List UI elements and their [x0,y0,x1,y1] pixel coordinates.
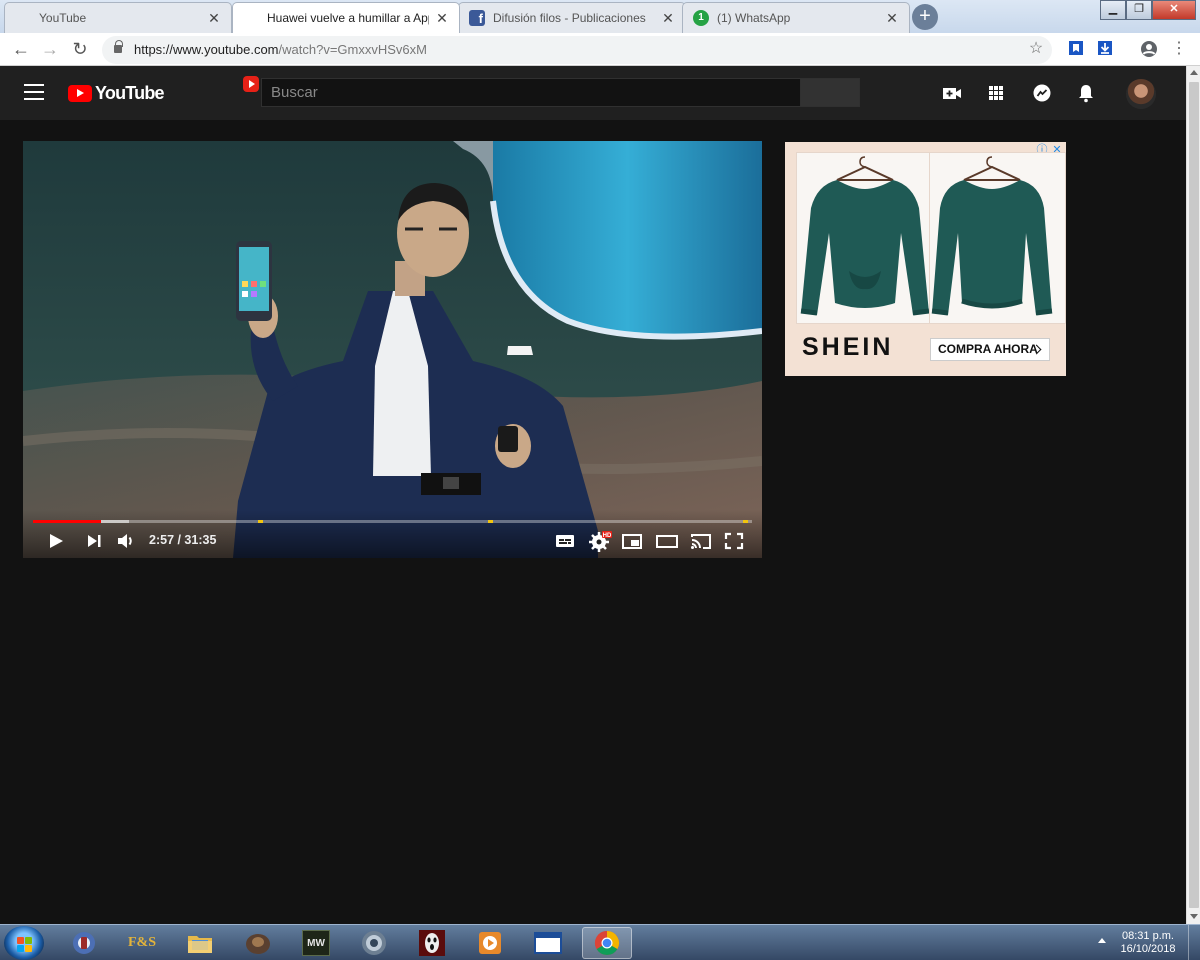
avatar[interactable] [1126,79,1156,109]
upload-video-icon[interactable] [940,81,964,105]
chapter-marker [488,520,494,523]
ad-product-image[interactable] [929,152,1066,324]
scrollbar-thumb[interactable] [1189,82,1199,908]
hamburger-menu-icon[interactable] [24,84,44,100]
profile-icon[interactable] [1140,40,1158,58]
ad-cta-button[interactable]: COMPRA AHORA [930,338,1050,361]
fs-app-icon[interactable]: F&S [120,927,164,959]
tab-title: Huawei vuelve a humillar a Apple [267,11,429,25]
miniplayer-button[interactable] [621,529,643,553]
game-icon[interactable] [236,927,280,959]
page-scrollbar[interactable] [1186,66,1200,924]
display-ad[interactable]: ⓘ ✕ SHEIN COMPRA AHORA [785,142,1066,376]
video-frame [23,141,762,558]
scroll-up-arrow-icon[interactable] [1190,70,1198,75]
folder-icon[interactable] [178,927,222,959]
close-tab-icon[interactable]: ✕ [885,10,899,27]
windows-taskbar: F&S MW 08:31 p.m. 16/10/2018 [0,924,1200,960]
youtube-wordmark: YouTube [95,82,165,103]
progress-bar[interactable] [33,520,752,523]
tab-title: (1) WhatsApp [717,11,791,25]
search-button[interactable] [800,78,860,107]
lock-icon [114,40,123,53]
tab-youtube[interactable]: YouTube ✕ [4,2,232,92]
youtube-header: YouTube [0,66,1186,120]
notifications-bell-icon[interactable] [1074,81,1098,105]
chapter-marker [258,520,264,523]
tray-expand-icon[interactable] [1098,938,1106,943]
theater-mode-button[interactable] [655,529,679,553]
browser-toolbar: ← → ↻ https://www.youtube.com/watch?v=Gm… [0,33,1200,66]
tab-huawei-video[interactable]: Huawei vuelve a humillar a Apple ✕ [232,2,460,92]
settings-gear-icon[interactable]: HD [588,529,612,553]
desktop: YouTube ✕ Huawei vuelve a humillar a App… [0,0,1200,960]
window-icon[interactable] [526,927,570,959]
apps-grid-icon[interactable] [984,81,1008,105]
restore-button[interactable]: ❐ [1126,0,1152,20]
forward-icon[interactable]: → [37,37,63,63]
media-player-icon[interactable] [468,927,512,959]
facebook-favicon: f [469,10,485,26]
cast-button[interactable] [689,529,713,553]
tab-title: Difusión filos - Publicaciones [493,11,646,25]
youtube-page: YouTube Buscar 2:57 / 31:35 HD ⓘ ✕ SHEIN… [0,66,1186,924]
new-tab-button[interactable]: + [912,4,938,30]
address-bar[interactable]: https://www.youtube.com/watch?v=GmxxvHSv… [102,36,1052,64]
minimize-button[interactable]: ▁ [1100,0,1126,20]
close-tab-icon[interactable]: ✕ [661,10,675,27]
download-extension-icon[interactable] [1096,40,1114,58]
url-path: /watch?v=GmxxvHSv6xM [278,42,427,57]
settings-gear-icon[interactable] [352,927,396,959]
next-video-button[interactable] [83,529,105,553]
whatsapp-favicon: 1 [693,10,709,26]
bookmark-extension-icon[interactable] [1067,40,1085,58]
close-window-button[interactable]: ✕ [1152,0,1196,20]
chrome-icon[interactable] [582,927,632,959]
youtube-play-logo-icon [68,84,92,102]
menu-kebab-icon[interactable]: ⋮ [1170,40,1188,58]
video-player[interactable]: 2:57 / 31:35 HD [23,141,762,558]
ie-icon[interactable] [62,927,106,959]
reload-icon[interactable]: ↻ [67,37,93,63]
progress-played [33,520,101,523]
tab-title: YouTube [39,11,87,25]
time-display: 2:57 / 31:35 [149,533,217,547]
chapter-marker [743,520,749,523]
ad-product-image[interactable] [796,152,933,324]
messages-icon[interactable] [1030,81,1054,105]
close-tab-icon[interactable]: ✕ [435,10,449,27]
close-tab-icon[interactable]: ✕ [207,10,221,27]
search-input[interactable] [261,78,801,107]
tab-facebook[interactable]: f Difusión filos - Publicaciones ✕ [458,2,686,33]
scream-icon[interactable] [410,927,454,959]
subtitles-button[interactable] [554,529,576,553]
url-host: https://www.youtube.com [134,42,279,57]
scroll-down-arrow-icon[interactable] [1190,914,1198,919]
volume-button[interactable] [115,529,137,553]
ad-brand-logo: SHEIN [802,333,894,361]
show-desktop-button[interactable] [1188,925,1200,960]
tab-strip: YouTube ✕ Huawei vuelve a humillar a App… [0,0,1200,92]
fs-app-label: F&S [128,935,156,950]
back-icon[interactable]: ← [8,37,34,63]
play-button[interactable] [45,529,67,553]
hd-badge: HD [603,533,612,539]
bookmark-star-icon[interactable]: ☆ [1027,40,1045,58]
youtube-logo[interactable]: YouTube [68,82,165,104]
start-button[interactable] [4,926,44,960]
mw-game-label: MW [302,930,330,956]
system-clock[interactable]: 08:31 p.m. 16/10/2018 [1112,930,1184,956]
fullscreen-button[interactable] [723,529,745,553]
youtube-favicon [243,76,259,92]
clock-time: 08:31 p.m. [1122,930,1174,942]
mw-game-icon[interactable]: MW [294,927,338,959]
clock-date: 16/10/2018 [1120,943,1176,955]
tab-whatsapp[interactable]: 1 (1) WhatsApp ✕ [682,2,910,33]
